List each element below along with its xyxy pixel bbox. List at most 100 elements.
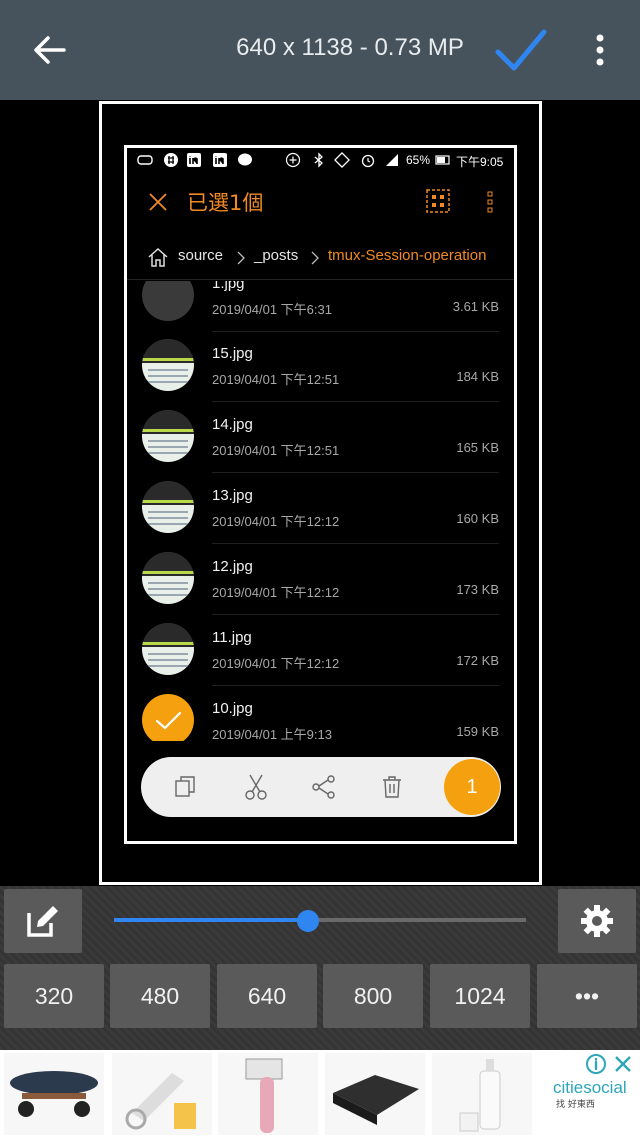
preset-1024-button[interactable]: 1024 (430, 964, 530, 1028)
file-name: 13.jpg (212, 487, 253, 504)
ad-image-bottle[interactable] (432, 1053, 532, 1135)
back-arrow-icon[interactable] (26, 26, 74, 74)
file-size: 184 KB (456, 369, 499, 384)
ad-banner[interactable]: citiesocial 找 好東西 (0, 1050, 640, 1138)
selected-check-badge (142, 694, 194, 741)
settings-button[interactable] (558, 889, 636, 953)
file-list: 1.jpg 2019/04/01 下午6:31 3.61 KB 15.jpg 2… (127, 281, 514, 741)
battery-percent: 65% (406, 153, 431, 167)
ad-brand[interactable]: citiesocial (553, 1078, 627, 1098)
file-name: 14.jpg (212, 416, 253, 433)
preset-800-button[interactable]: 800 (323, 964, 423, 1028)
slack-icon (164, 153, 178, 167)
confirm-check-icon[interactable] (492, 24, 548, 76)
size-presets: 320 480 640 800 1024 ••• (0, 964, 640, 1028)
phone-status-bar: 65% 下午9:05 (127, 148, 514, 172)
bottle-icon (459, 1059, 501, 1132)
preset-640-button[interactable]: 640 (217, 964, 317, 1028)
top-toolbar: 640 x 1138 - 0.73 MP (0, 0, 640, 100)
edit-button[interactable] (4, 889, 82, 953)
file-row[interactable]: 1.jpg 2019/04/01 下午6:31 3.61 KB (127, 281, 514, 332)
file-size: 3.61 KB (452, 299, 499, 314)
signal-icon (386, 154, 398, 166)
breadcrumb-item-posts[interactable]: _posts (254, 247, 298, 264)
file-row[interactable]: 14.jpg 2019/04/01 下午12:51 165 KB (127, 402, 514, 473)
slider-fill (114, 918, 308, 922)
nfc-icon (334, 152, 350, 168)
edit-icon (27, 906, 58, 937)
clock-time: 下午9:05 (456, 155, 504, 169)
image-preview: 65% 下午9:05 已選1個 source _posts tmux-Sessi… (0, 100, 640, 886)
gear-icon (581, 905, 613, 937)
slider-knob[interactable] (296, 910, 319, 932)
skateboard-icon (10, 1071, 98, 1117)
file-thumbnail (142, 623, 194, 675)
file-name: 1.jpg (212, 281, 245, 292)
close-icon[interactable] (148, 192, 168, 212)
file-size: 159 KB (456, 724, 499, 739)
copy-icon[interactable] (171, 772, 201, 802)
selected-count-badge[interactable]: 1 (444, 759, 500, 815)
scissors-icon[interactable] (241, 772, 271, 802)
ad-image-skateboard[interactable] (4, 1053, 104, 1135)
case-icon (333, 1075, 419, 1125)
ad-info-icon[interactable] (586, 1054, 606, 1074)
home-icon[interactable] (146, 245, 170, 269)
breadcrumb: source _posts tmux-Session-operation (127, 240, 514, 280)
file-row-selected[interactable]: 10.jpg 2019/04/01 上午9:13 159 KB (127, 686, 514, 741)
file-row[interactable]: 15.jpg 2019/04/01 下午12:51 184 KB (127, 331, 514, 402)
file-size: 172 KB (456, 653, 499, 668)
ad-image-gimbal[interactable] (218, 1053, 318, 1135)
file-thumbnail (142, 552, 194, 604)
file-thumbnail (142, 410, 194, 462)
ad-product-images[interactable] (0, 1050, 540, 1138)
breadcrumb-item-source[interactable]: source (178, 247, 223, 264)
app-root: 640 x 1138 - 0.73 MP 65% 下午9:05 已選1個 sou… (0, 0, 640, 1138)
file-action-bar: 1 (141, 757, 501, 817)
image-size-title: 640 x 1138 - 0.73 MP (236, 34, 464, 61)
file-name: 12.jpg (212, 558, 253, 575)
trash-icon[interactable] (377, 772, 407, 802)
file-date: 2019/04/01 下午12:51 (212, 372, 340, 387)
dispenser-icon (125, 1073, 196, 1130)
line-app-icon (238, 153, 252, 166)
breadcrumb-item-current[interactable]: tmux-Session-operation (328, 247, 486, 264)
file-size: 173 KB (456, 582, 499, 597)
ad-tagline: 找 好東西 (556, 1100, 595, 1110)
linkedin-icon-2 (213, 153, 227, 167)
select-all-icon[interactable] (426, 189, 450, 213)
file-date: 2019/04/01 下午6:31 (212, 302, 332, 317)
chevron-right-icon (237, 251, 245, 265)
file-row[interactable]: 13.jpg 2019/04/01 下午12:12 160 KB (127, 473, 514, 544)
ad-image-dispenser[interactable] (112, 1053, 212, 1135)
check-icon (155, 711, 182, 730)
file-row[interactable]: 11.jpg 2019/04/01 下午12:12 172 KB (127, 615, 514, 686)
file-date: 2019/04/01 下午12:12 (212, 585, 340, 600)
file-size: 165 KB (456, 440, 499, 455)
battery-icon (435, 155, 450, 165)
bluetooth-icon (314, 152, 323, 168)
file-date: 2019/04/01 下午12:12 (212, 656, 340, 671)
alarm-icon (361, 154, 375, 168)
file-thumbnail (142, 481, 194, 533)
file-date: 2019/04/01 下午12:51 (212, 443, 340, 458)
screenshot-content: 65% 下午9:05 已選1個 source _posts tmux-Sessi… (124, 145, 517, 844)
chevron-right-icon (311, 251, 319, 265)
file-row[interactable]: 12.jpg 2019/04/01 下午12:12 173 KB (127, 544, 514, 615)
file-date: 2019/04/01 上午9:13 (212, 727, 332, 741)
ad-image-case[interactable] (325, 1053, 425, 1135)
notification-icon (137, 155, 153, 165)
file-name: 15.jpg (212, 345, 253, 362)
file-thumbnail (142, 281, 194, 321)
share-icon[interactable] (309, 772, 339, 802)
more-vertical-icon[interactable] (484, 190, 496, 214)
ad-close-icon[interactable] (613, 1054, 633, 1074)
gimbal-icon (245, 1058, 283, 1133)
more-presets-button[interactable]: ••• (537, 964, 637, 1028)
crop-frame[interactable]: 65% 下午9:05 已選1個 source _posts tmux-Sessi… (99, 101, 542, 885)
size-slider[interactable] (114, 910, 526, 932)
preset-320-button[interactable]: 320 (4, 964, 104, 1028)
selection-appbar: 已選1個 (127, 172, 514, 230)
preset-480-button[interactable]: 480 (110, 964, 210, 1028)
overflow-menu-icon[interactable] (588, 30, 612, 70)
